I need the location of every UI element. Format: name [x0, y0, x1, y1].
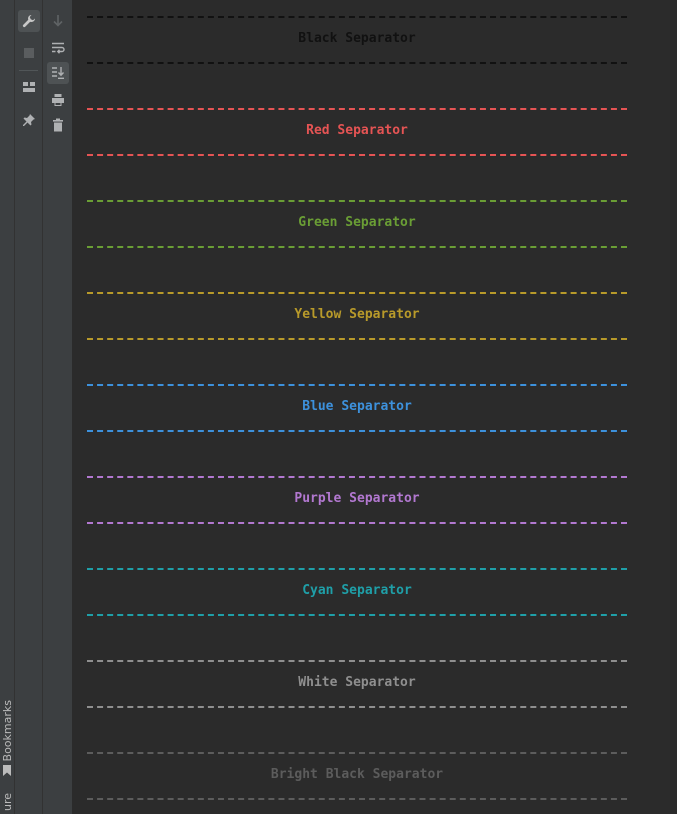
separator-dashed-line-top: [87, 16, 627, 18]
separator-dashed-line-bottom: [87, 614, 627, 616]
separator-label: Red Separator: [306, 123, 408, 138]
separator-dashed-line-top: [87, 568, 627, 570]
separator-block: Yellow Separator: [87, 292, 627, 352]
stop-icon: [24, 48, 34, 58]
stop-button[interactable]: [18, 42, 40, 64]
structure-tab-label: ure: [0, 792, 14, 812]
tool-window-strip: Bookmarks ure: [0, 0, 15, 814]
structure-tab[interactable]: ure: [0, 790, 14, 814]
run-toolbar-right: [43, 0, 73, 814]
separator-dashed-line-top: [87, 292, 627, 294]
wrench-icon: [22, 15, 35, 28]
separator-dashed-line-bottom: [87, 706, 627, 708]
soft-wrap-icon: [52, 42, 65, 54]
separator-dashed-line-bottom: [87, 522, 627, 524]
separator-label: Cyan Separator: [302, 583, 412, 598]
separator-dashed-line-bottom: [87, 338, 627, 340]
separator-label: Black Separator: [298, 31, 416, 46]
separator-block: Purple Separator: [87, 476, 627, 536]
separator-dashed-line-top: [87, 752, 627, 754]
separator-dashed-line-top: [87, 108, 627, 110]
separator-dashed-line-top: [87, 200, 627, 202]
settings-button[interactable]: [18, 10, 40, 32]
bookmark-icon: [3, 764, 11, 776]
separator-label: Purple Separator: [294, 491, 420, 506]
separator-dashed-line-bottom: [87, 246, 627, 248]
layout-button[interactable]: [18, 76, 40, 98]
separator-label: White Separator: [298, 675, 416, 690]
pin-tab-button[interactable]: [18, 109, 40, 131]
separator-dashed-line-bottom: [87, 430, 627, 432]
separator-block: Bright Black Separator: [87, 752, 627, 812]
separator-label: Yellow Separator: [294, 307, 420, 322]
separator-dashed-line-top: [87, 660, 627, 662]
bookmarks-tab[interactable]: Bookmarks: [0, 698, 14, 778]
clear-all-button[interactable]: [47, 114, 69, 136]
separator-block: White Separator: [87, 660, 627, 720]
scroll-to-end-button[interactable]: [47, 62, 69, 84]
down-arrow-icon: [53, 15, 63, 27]
run-toolbar-left: [15, 0, 43, 814]
separator-block: Green Separator: [87, 200, 627, 260]
bookmarks-tab-label: Bookmarks: [0, 700, 14, 762]
console-output[interactable]: Black Separator Red Separator Green Separa…: [73, 0, 677, 814]
next-occurrence-button[interactable]: [47, 10, 69, 32]
toolbar-divider: [19, 70, 38, 71]
separator-block: Cyan Separator: [87, 568, 627, 628]
scroll-to-end-icon: [52, 67, 65, 79]
pin-icon: [23, 114, 35, 126]
layout-icon: [23, 82, 35, 92]
separator-dashed-line-bottom: [87, 798, 627, 800]
separator-block: Red Separator: [87, 108, 627, 168]
separator-dashed-line-top: [87, 384, 627, 386]
separator-dashed-line-bottom: [87, 154, 627, 156]
trash-icon: [53, 118, 63, 132]
print-button[interactable]: [47, 89, 69, 111]
separator-label: Bright Black Separator: [270, 767, 444, 782]
separator-block: Black Separator: [87, 16, 627, 76]
soft-wrap-button[interactable]: [47, 37, 69, 59]
separator-dashed-line-bottom: [87, 62, 627, 64]
print-icon: [52, 94, 64, 106]
separator-label: Blue Separator: [302, 399, 412, 414]
separator-block: Blue Separator: [87, 384, 627, 444]
separator-label: Green Separator: [298, 215, 416, 230]
separator-dashed-line-top: [87, 476, 627, 478]
